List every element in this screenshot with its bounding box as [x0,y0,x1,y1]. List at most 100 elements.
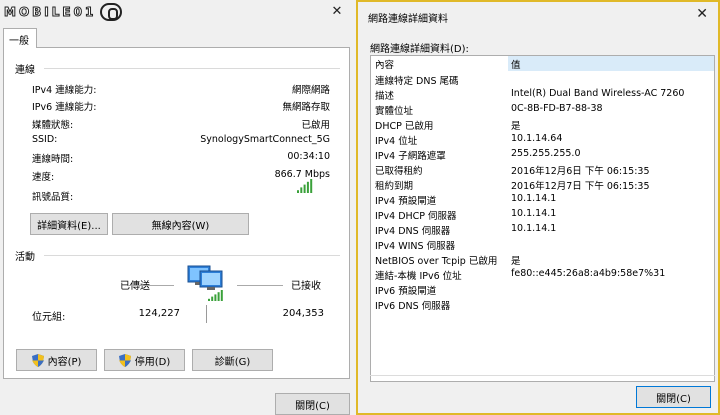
list-item[interactable]: 已取得租約 2016年12月6日 下午 06:15:35 [371,162,714,177]
property-cell: 描述 [375,91,395,102]
info-value: 00:34:10 [287,151,330,163]
signal-quality-label: 訊號品質: [32,192,74,203]
diagnose-button[interactable]: 診斷(G) [192,349,273,371]
property-cell: IPv6 DNS 伺服器 [375,301,451,312]
info-key: SSID: [32,133,58,145]
tab-general[interactable]: 一般 [3,28,37,48]
signal-bar [306,181,309,193]
activity-section-title: 活動 [15,252,35,263]
close-button-label: 關閉(C) [656,393,691,405]
network-computers-icon [187,265,223,301]
wireless-properties-label: 無線內容(W) [151,220,210,232]
list-item[interactable]: IPv4 預設閘道 10.1.14.1 [371,192,714,207]
properties-button[interactable]: 內容(P) [16,349,97,371]
value-cell: 10.1.14.1 [511,193,557,204]
list-item[interactable]: 租約到期 2016年12月7日 下午 06:15:35 [371,177,714,192]
list-item[interactable]: NetBIOS over Tcpip 已啟用 是 [371,252,714,267]
activity-divider-line [206,305,207,323]
wifi-status-window: MOBILE01 ✕ 一般 連線 IPv4 連線能力: 網際網路 IPv6 連線能力… [0,0,356,415]
watermark-symbol-icon [100,3,123,21]
property-cell: NetBIOS over Tcpip 已啟用 [375,256,498,267]
disable-button[interactable]: 停用(D) [104,349,185,371]
mobile01-watermark-logo: MOBILE01 [3,2,123,22]
property-cell: IPv4 WINS 伺服器 [375,241,456,252]
details-list-label: 網路連線詳細資料(D): [370,44,469,55]
value-cell: fe80::e445:26a8:a4b9:58e7%31 [511,268,666,279]
close-icon[interactable]: ✕ [696,6,708,22]
info-value: 已啟用 [301,119,330,131]
property-cell: 租約到期 [375,181,414,192]
property-cell: IPv4 DNS 伺服器 [375,226,451,237]
value-cell: 10.1.14.64 [511,133,563,144]
connection-info-row: IPv4 連線能力: 網際網路 [32,82,330,98]
value-cell: 0C-8B-FD-B7-88-38 [511,103,603,114]
received-label: 已接收 [291,281,321,292]
property-cell: 已取得租約 [375,166,423,177]
property-cell: 實體位址 [375,106,414,117]
details-list[interactable]: 內容 值 連線特定 DNS 尾碼 描述 Intel(R) Dual Band Wir… [370,55,715,382]
signal-bar [208,298,210,301]
signal-bar [220,290,223,301]
list-item[interactable]: 連結-本機 IPv6 位址 fe80::e445:26a8:a4b9:58e7%3… [371,267,714,282]
connection-info-row: 媒體狀態: 已啟用 [32,117,330,133]
connection-section-title: 連線 [15,65,35,76]
watermark-text: MOBILE01 [3,5,97,20]
signal-bar [217,292,220,301]
column-header-property[interactable]: 內容 [371,56,508,71]
list-item[interactable]: IPv4 DNS 伺服器 10.1.14.1 [371,222,714,237]
list-item[interactable]: IPv4 位址 10.1.14.64 [371,132,714,147]
property-cell: 連結-本機 IPv6 位址 [375,271,462,282]
details-button[interactable]: 詳細資料(E)... [30,213,108,235]
info-key: IPv6 連線能力: [32,102,97,114]
info-key: 媒體狀態: [32,119,74,131]
network-details-dialog: 網路連線詳細資料 ✕ 網路連線詳細資料(D): 內容 值 連線特定 DNS 尾碼… [356,0,720,415]
list-item[interactable]: 實體位址 0C-8B-FD-B7-88-38 [371,102,714,117]
list-item[interactable]: 連線特定 DNS 尾碼 [371,72,714,87]
connection-info-row: IPv6 連線能力: 無網路存取 [32,99,330,115]
close-button-label: 關閉(C) [295,400,330,412]
bytes-received-value: 204,353 [282,308,324,319]
signal-quality-row: 訊號品質: [32,179,330,205]
info-key: IPv4 連線能力: [32,85,97,96]
wireless-properties-button[interactable]: 無線內容(W) [112,213,249,235]
close-button[interactable]: 關閉(C) [636,386,711,408]
property-cell: DHCP 已啟用 [375,121,434,132]
bytes-sent-value: 124,227 [138,308,180,319]
property-cell: IPv4 DHCP 伺服器 [375,211,457,222]
activity-line-left [128,285,174,286]
info-value: SynologySmartConnect_5G [200,133,330,145]
uac-shield-icon [31,353,44,367]
signal-bar [310,179,313,193]
list-item[interactable]: DHCP 已啟用 是 [371,117,714,132]
diagnose-button-label: 診斷(G) [214,356,251,368]
close-button[interactable]: 關閉(C) [275,393,350,415]
section-divider [44,255,340,256]
value-cell: 是 [511,256,521,267]
column-header-value[interactable]: 值 [508,56,714,71]
info-key: 連線時間: [32,154,74,166]
list-item[interactable]: IPv4 子網路遮罩 255.255.255.0 [371,147,714,162]
list-item[interactable]: IPv4 WINS 伺服器 [371,237,714,252]
uac-shield-icon [118,353,131,367]
list-item[interactable]: IPv6 DNS 伺服器 [371,297,714,312]
signal-bar [297,190,299,193]
general-panel: 連線 IPv4 連線能力: 網際網路 IPv6 連線能力: 無網路存取媒體狀態: 已啟用… [3,47,350,379]
property-cell: IPv4 預設閘道 [375,196,437,207]
property-cell: IPv4 位址 [375,136,418,147]
connection-info-row: 連線時間: 00:34:10 [32,151,330,167]
dialog-title: 網路連線詳細資料 [368,14,448,25]
signal-bar [211,296,214,301]
property-cell: IPv4 子網路遮罩 [375,151,446,162]
value-cell: Intel(R) Dual Band Wireless-AC 7260 [511,88,685,99]
dialog-divider [370,375,715,376]
activity-line-right [237,285,283,286]
list-item[interactable]: IPv6 預設閘道 [371,282,714,297]
close-icon[interactable]: ✕ [327,4,347,20]
signal-bar [303,184,306,193]
list-item[interactable]: 描述 Intel(R) Dual Band Wireless-AC 7260 [371,87,714,102]
value-cell: 255.255.255.0 [511,148,581,159]
property-cell: 連線特定 DNS 尾碼 [375,76,459,87]
property-cell: IPv6 預設閘道 [375,286,437,297]
value-cell: 10.1.14.1 [511,223,557,234]
list-item[interactable]: IPv4 DHCP 伺服器 10.1.14.1 [371,207,714,222]
